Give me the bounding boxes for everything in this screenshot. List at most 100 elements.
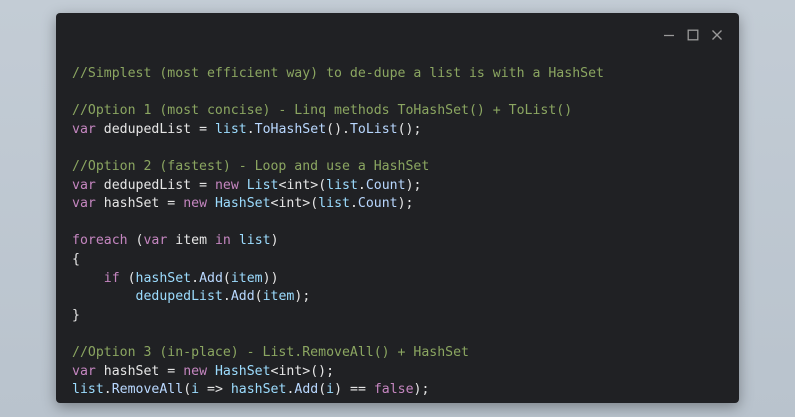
code-line: var hashSet = new HashSet<int>();: [72, 363, 729, 382]
code-token-var: dedupedList: [103, 121, 192, 137]
code-token-type: List: [246, 177, 279, 193]
code-token-punct: <int>(: [278, 177, 327, 193]
code-token-ident: hashSet: [230, 382, 287, 398]
code-token-keyword: var: [72, 121, 96, 137]
code-token-punct: (: [127, 233, 144, 249]
code-line: list.RemoveAll(i => hashSet.Add(i) == fa…: [72, 381, 729, 400]
code-token-punct: (: [183, 382, 192, 398]
minimize-icon[interactable]: [661, 27, 677, 43]
code-token-punct: [96, 178, 104, 193]
code-token-punct: [96, 364, 104, 379]
code-token-punct: [239, 178, 247, 193]
code-token-comment: //Option 3 (in-place) - List.RemoveAll()…: [72, 344, 469, 360]
code-token-var: hashSet: [103, 363, 160, 379]
code-token-punct: {: [72, 251, 80, 267]
code-token-punct: .: [357, 177, 366, 193]
code-line: foreach (var item in list): [72, 232, 729, 251]
code-token-punct: <int>(: [270, 196, 319, 212]
code-token-keyword: in: [214, 233, 231, 249]
code-token-keyword: foreach: [72, 233, 128, 249]
code-token-method: Count: [357, 196, 398, 212]
code-line: //Option 2 (fastest) - Loop and use a Ha…: [72, 158, 729, 177]
code-block: //Simplest (most efficient way) to de-du…: [72, 65, 729, 400]
code-token-type: HashSet: [214, 363, 271, 379]
code-token-var: hashSet: [103, 196, 160, 212]
code-token-punct: [96, 122, 104, 137]
code-token-punct: [96, 196, 104, 211]
code-token-method: RemoveAll: [111, 382, 184, 398]
code-token-punct: =: [159, 363, 184, 379]
code-token-punct: [72, 271, 104, 286]
code-token-punct: .: [191, 270, 200, 286]
code-token-punct: }: [72, 307, 80, 323]
code-token-ident: list: [326, 177, 358, 193]
code-token-comment: //Simplest (most efficient way) to de-du…: [72, 66, 604, 81]
code-token-punct: ) ==: [334, 382, 374, 398]
code-token-punct: .: [103, 382, 112, 398]
code-token-ident: item: [230, 270, 263, 286]
code-line: var dedupedList = new List<int>(list.Cou…: [72, 177, 729, 196]
code-token-comment: //Option 2 (fastest) - Loop and use a Ha…: [72, 158, 430, 174]
code-line: if (hashSet.Add(item)): [72, 270, 729, 289]
code-token-punct: ): [270, 233, 279, 249]
code-token-punct: .: [349, 196, 358, 212]
code-token-punct: =: [191, 121, 215, 137]
code-token-ident: list: [238, 233, 271, 249]
code-token-comment: //Option 1 (most concise) - Linq methods…: [72, 103, 573, 119]
code-token-punct: [72, 289, 136, 304]
code-token-punct: ().: [326, 121, 350, 137]
code-line: dedupedList.Add(item);: [72, 288, 729, 307]
code-token-method: Add: [294, 382, 319, 398]
code-token-punct: (: [222, 270, 231, 286]
code-token-keyword: var: [72, 363, 96, 379]
code-token-punct: [207, 196, 215, 211]
code-line: //Option 1 (most concise) - Linq methods…: [72, 102, 729, 121]
code-token-punct: (: [318, 382, 327, 398]
code-token-ident: list: [214, 121, 247, 137]
code-token-ident: item: [262, 289, 295, 305]
code-line: {: [72, 251, 729, 270]
code-token-ident: list: [318, 196, 350, 212]
code-line: //Simplest (most efficient way) to de-du…: [72, 65, 729, 84]
code-token-ident: hashSet: [135, 270, 192, 286]
code-token-ident: dedupedList: [135, 289, 223, 305]
code-token-method: Count: [365, 177, 406, 193]
code-token-var: dedupedList: [103, 177, 192, 193]
code-token-keyword: var: [72, 177, 96, 193]
code-token-punct: (: [119, 270, 136, 286]
code-token-keyword: new: [183, 363, 208, 379]
code-token-punct: [207, 233, 215, 248]
code-line: }: [72, 307, 729, 326]
code-token-punct: ();: [397, 121, 422, 137]
code-token-punct: );: [294, 289, 311, 305]
code-line: var hashSet = new HashSet<int>(list.Coun…: [72, 195, 729, 214]
code-line: //Option 3 (in-place) - List.RemoveAll()…: [72, 344, 729, 363]
window-titlebar: [56, 13, 739, 55]
code-token-method: Add: [230, 289, 255, 305]
close-icon[interactable]: [709, 27, 725, 43]
code-token-punct: );: [405, 177, 422, 193]
code-token-punct: )): [262, 270, 279, 286]
code-token-punct: .: [246, 121, 255, 137]
code-token-ident: i: [326, 382, 335, 398]
code-token-punct: <int>();: [270, 363, 335, 379]
code-token-method: Add: [199, 270, 223, 286]
code-token-method: ToList: [349, 121, 398, 137]
code-token-keyword: new: [214, 177, 239, 193]
code-token-var: item: [175, 233, 208, 249]
code-token-punct: );: [397, 196, 414, 212]
code-token-keyword: var: [143, 233, 168, 249]
code-token-type: HashSet: [214, 196, 271, 212]
code-token-keyword: var: [72, 196, 96, 212]
code-token-ident: i: [191, 382, 200, 398]
code-window: //Simplest (most efficient way) to de-du…: [56, 13, 739, 403]
code-token-keyword: new: [183, 196, 208, 212]
code-token-ident: list: [72, 382, 104, 398]
code-line: var dedupedList = list.ToHashSet().ToLis…: [72, 121, 729, 140]
maximize-icon[interactable]: [685, 27, 701, 43]
code-token-punct: );: [413, 382, 430, 398]
